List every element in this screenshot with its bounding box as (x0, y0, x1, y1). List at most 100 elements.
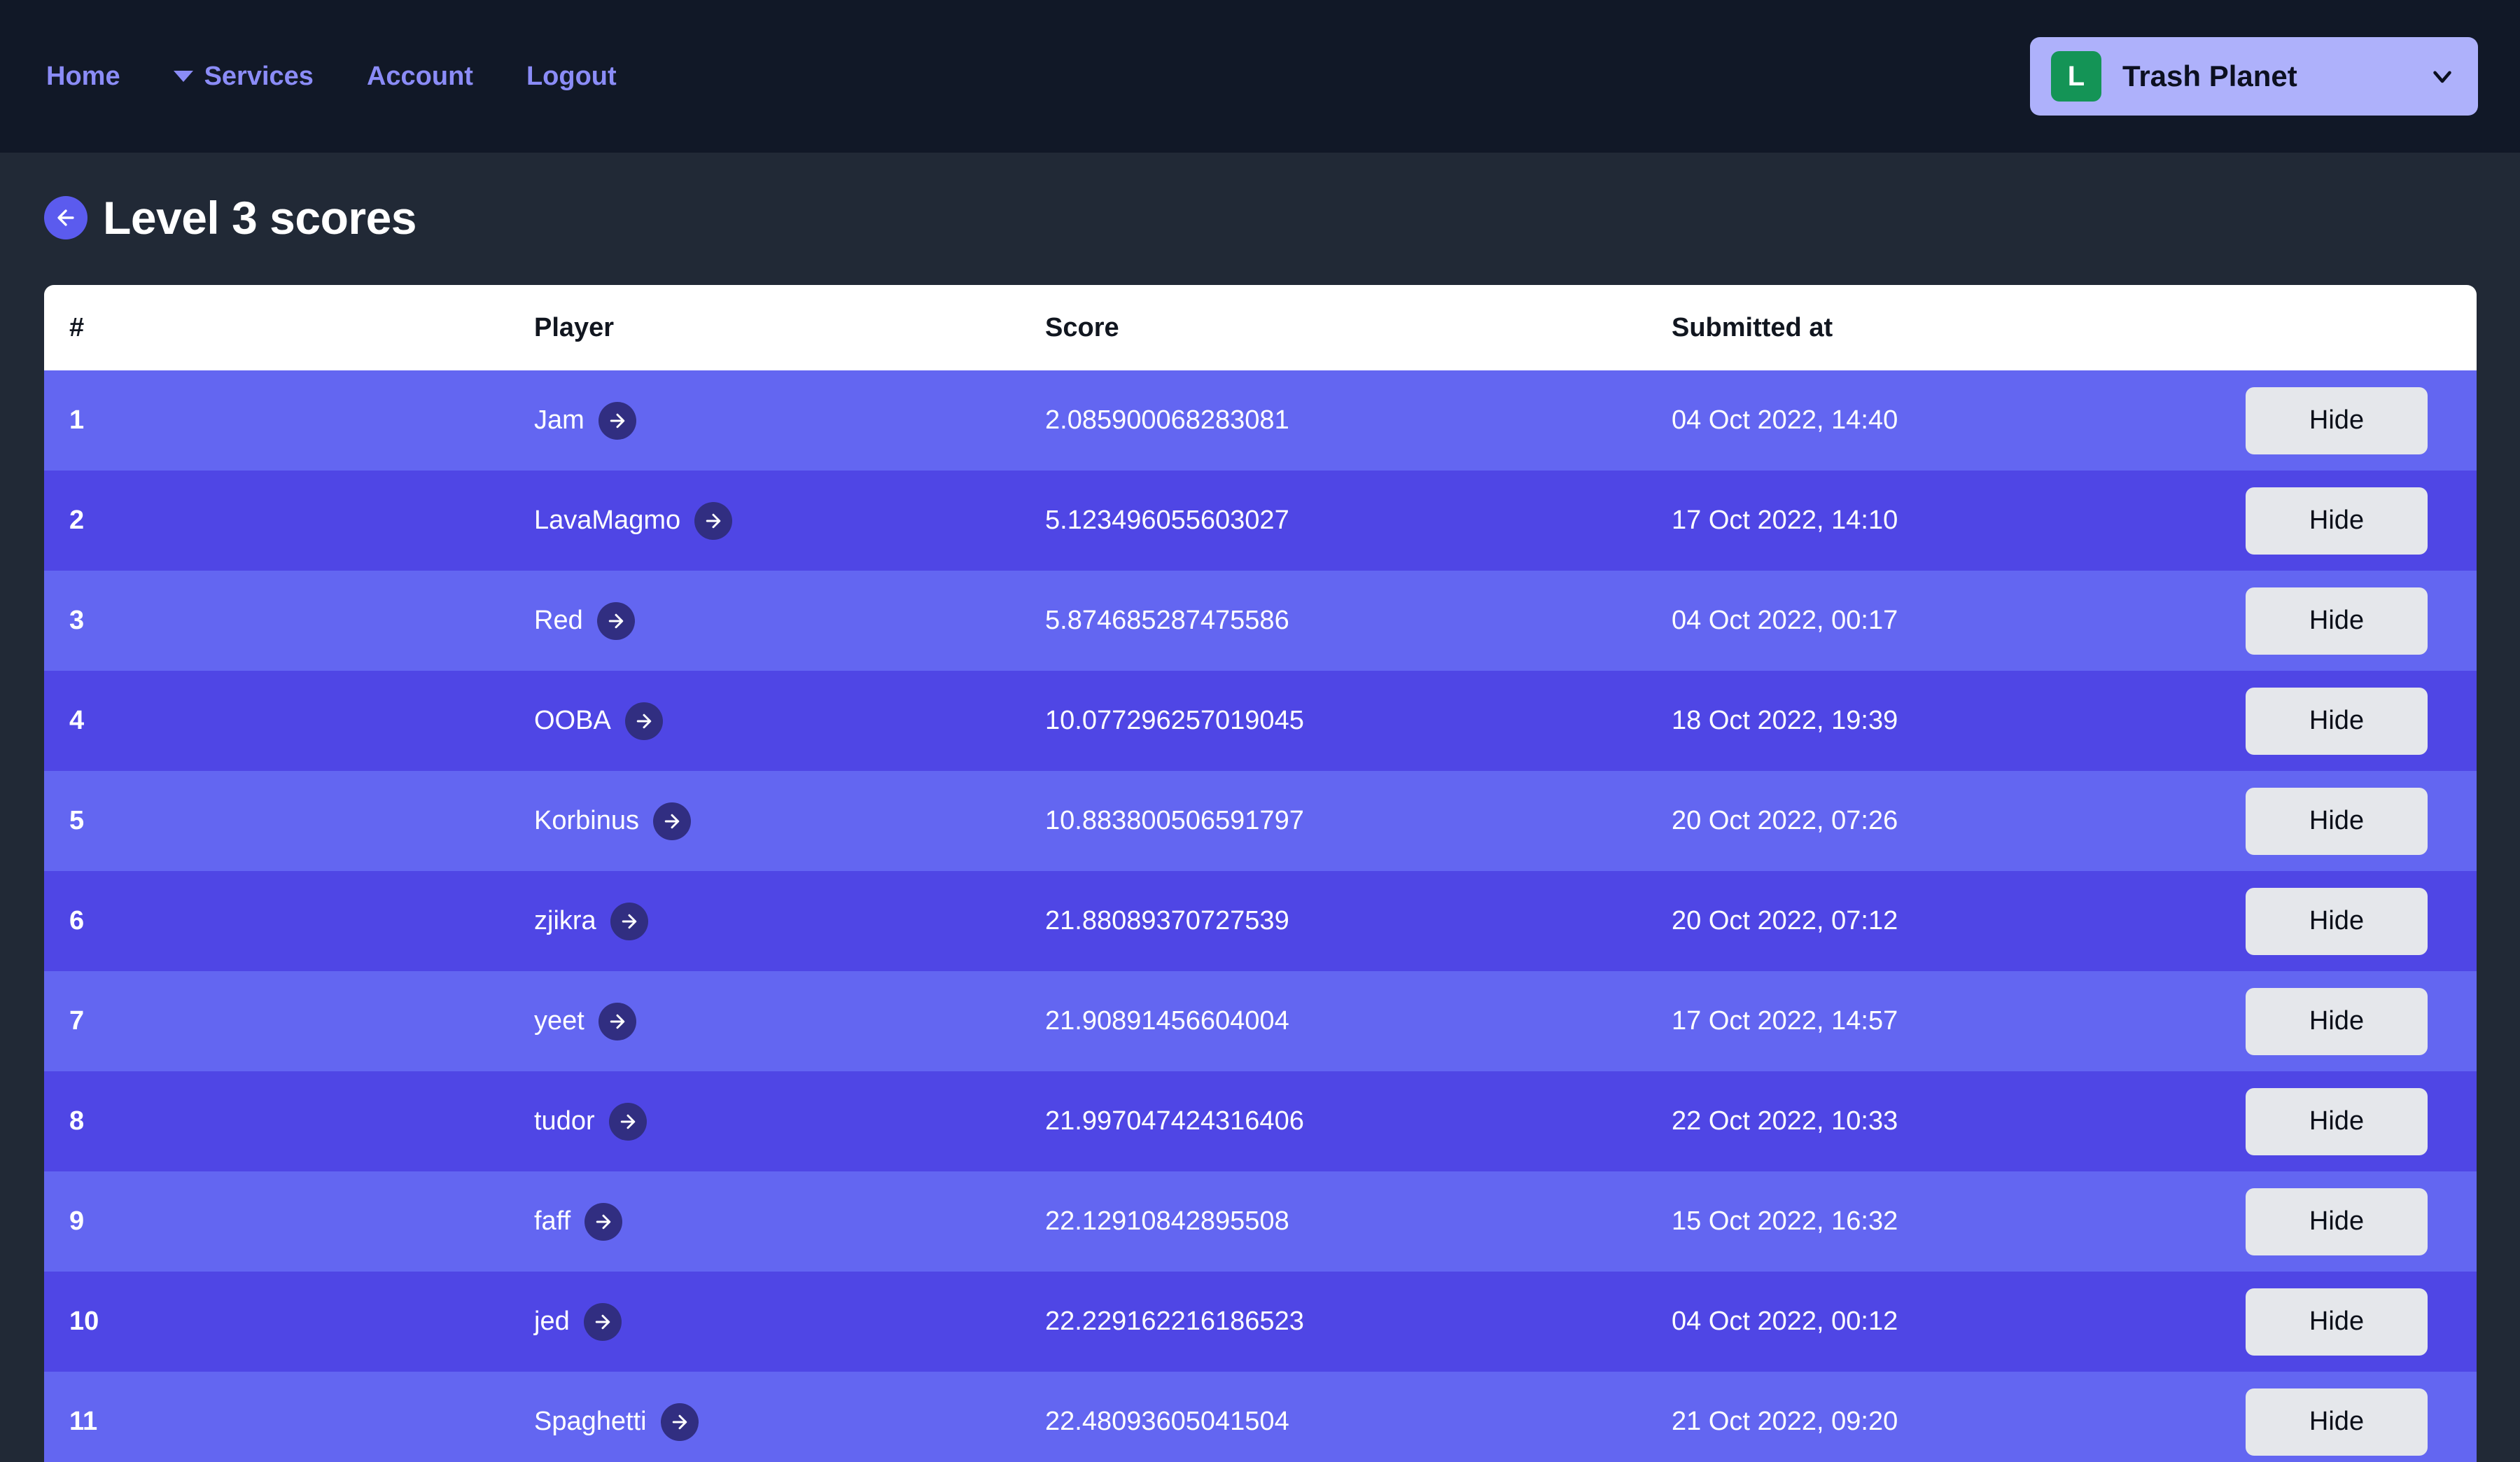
table-body: 1 Jam 2.085900068283081 04 Oct 2022, 14:40 H… (44, 370, 2477, 1462)
hide-button[interactable]: Hide (2246, 1288, 2428, 1356)
table-row: 6 zjikra 21.88089370727539 20 Oct 2022, 07:… (44, 871, 2477, 971)
cell-score: 22.48093605041504 (1045, 1407, 1289, 1436)
cell-actions: Hide (2225, 1372, 2477, 1462)
cell-actions: Hide (2225, 1171, 2477, 1272)
cell-submitted-at: 15 Oct 2022, 16:32 (1672, 1206, 1898, 1236)
player-detail-button[interactable] (610, 902, 648, 940)
hide-button[interactable]: Hide (2246, 487, 2428, 555)
organization-selector[interactable]: L Trash Planet (2030, 37, 2478, 116)
table-header-row: # Player Score Submitted at (44, 285, 2477, 370)
cell-submitted-at: 17 Oct 2022, 14:10 (1672, 506, 1898, 535)
cell-score: 21.997047424316406 (1045, 1106, 1304, 1136)
player-cell: Spaghetti (534, 1402, 1045, 1441)
nav-link-label: Home (46, 61, 120, 91)
table-row: 8 tudor 21.997047424316406 22 Oct 2022, 10:… (44, 1071, 2477, 1171)
cell-submitted-at: 22 Oct 2022, 10:33 (1672, 1106, 1898, 1136)
player-detail-button[interactable] (694, 501, 733, 540)
nav-link-services[interactable]: Services (147, 62, 340, 92)
cell-player: Korbinus (534, 771, 1045, 871)
player-detail-button[interactable] (608, 1102, 647, 1141)
player-detail-button[interactable] (598, 401, 636, 440)
player-cell: LavaMagmo (534, 501, 1045, 540)
player-detail-button[interactable] (584, 1202, 623, 1241)
cell-submitted-at: 04 Oct 2022, 14:40 (1672, 405, 1898, 435)
nav-link-home[interactable]: Home (42, 62, 147, 92)
cell-score: 2.085900068283081 (1045, 405, 1289, 435)
cell-submitted-at: 20 Oct 2022, 07:12 (1672, 906, 1898, 935)
hide-button[interactable]: Hide (2246, 687, 2428, 755)
player-detail-button[interactable] (624, 702, 663, 740)
cell-actions: Hide (2225, 471, 2477, 571)
player-cell: zjikra (534, 902, 1045, 940)
hide-button[interactable]: Hide (2246, 387, 2428, 454)
player-detail-button[interactable] (652, 802, 691, 840)
cell-rank: 4 (69, 706, 85, 735)
hide-button[interactable]: Hide (2246, 1087, 2428, 1155)
table-row: 2 LavaMagmo 5.123496055603027 17 Oct 2022, … (44, 471, 2477, 571)
player-name: Spaghetti (534, 1407, 647, 1436)
cell-rank: 1 (69, 405, 85, 435)
nav-link-logout[interactable]: Logout (500, 62, 643, 92)
hide-button[interactable]: Hide (2246, 1388, 2428, 1456)
organization-name: Trash Planet (2122, 60, 2297, 92)
cell-submitted-at: 18 Oct 2022, 19:39 (1672, 706, 1898, 735)
player-name: tudor (534, 1106, 595, 1136)
player-detail-button[interactable] (660, 1402, 699, 1441)
cell-rank: 10 (69, 1307, 99, 1336)
player-detail-button[interactable] (583, 1302, 622, 1341)
cell-rank: 11 (69, 1407, 98, 1436)
cell-submitted-at: 04 Oct 2022, 00:17 (1672, 606, 1898, 635)
cell-submitted-at: 21 Oct 2022, 09:20 (1672, 1407, 1898, 1436)
nav-link-account[interactable]: Account (340, 62, 500, 92)
hide-button[interactable]: Hide (2246, 987, 2428, 1055)
cell-actions: Hide (2225, 1071, 2477, 1171)
player-cell: tudor (534, 1102, 1045, 1141)
hide-button[interactable]: Hide (2246, 1188, 2428, 1255)
cell-rank: 5 (69, 806, 85, 835)
cell-score: 10.077296257019045 (1045, 706, 1304, 735)
table-row: 9 faff 22.12910842895508 15 Oct 2022, 16:32… (44, 1171, 2477, 1272)
hide-button[interactable]: Hide (2246, 887, 2428, 955)
player-detail-button[interactable] (598, 1002, 636, 1040)
cell-score: 22.12910842895508 (1045, 1206, 1289, 1236)
nav-link-label: Logout (526, 61, 617, 91)
column-header-player: Player (534, 312, 615, 342)
cell-actions: Hide (2225, 1272, 2477, 1372)
page-header: Level 3 scores (0, 153, 2520, 244)
cell-actions: Hide (2225, 370, 2477, 471)
cell-player: yeet (534, 971, 1045, 1071)
column-header-submitted-at: Submitted at (1672, 312, 1833, 342)
player-name: Red (534, 606, 583, 635)
player-cell: yeet (534, 1002, 1045, 1040)
player-cell: Red (534, 601, 1045, 640)
hide-button[interactable]: Hide (2246, 787, 2428, 855)
nav-links: Home Services Account Logout (42, 62, 643, 92)
player-name: faff (534, 1206, 571, 1236)
player-name: Jam (534, 405, 584, 435)
player-name: jed (534, 1307, 570, 1336)
player-name: yeet (534, 1006, 584, 1036)
arrow-right-icon (596, 1214, 611, 1229)
player-name: Korbinus (534, 806, 639, 835)
arrow-right-icon (595, 1314, 610, 1329)
player-name: zjikra (534, 906, 596, 935)
cell-rank: 8 (69, 1106, 85, 1136)
cell-rank: 2 (69, 506, 85, 535)
arrow-right-icon (636, 713, 652, 728)
cell-score: 21.90891456604004 (1045, 1006, 1289, 1036)
hide-button[interactable]: Hide (2246, 587, 2428, 655)
top-navigation-bar: Home Services Account Logout L Trash Planet (0, 0, 2520, 153)
arrow-right-icon (664, 814, 680, 828)
cell-player: jed (534, 1272, 1045, 1372)
arrow-right-icon (610, 1014, 625, 1029)
cell-score: 22.229162216186523 (1045, 1307, 1304, 1336)
player-detail-button[interactable] (596, 601, 635, 640)
arrow-right-icon (622, 914, 636, 928)
cell-actions: Hide (2225, 771, 2477, 871)
cell-player: zjikra (534, 871, 1045, 971)
back-button[interactable] (44, 196, 88, 239)
table-row: 10 jed 22.229162216186523 04 Oct 2022, 00:1… (44, 1272, 2477, 1372)
table-row: 3 Red 5.874685287475586 04 Oct 2022, 00:17 H… (44, 571, 2477, 671)
arrow-right-icon (706, 513, 721, 528)
cell-player: Jam (534, 370, 1045, 471)
